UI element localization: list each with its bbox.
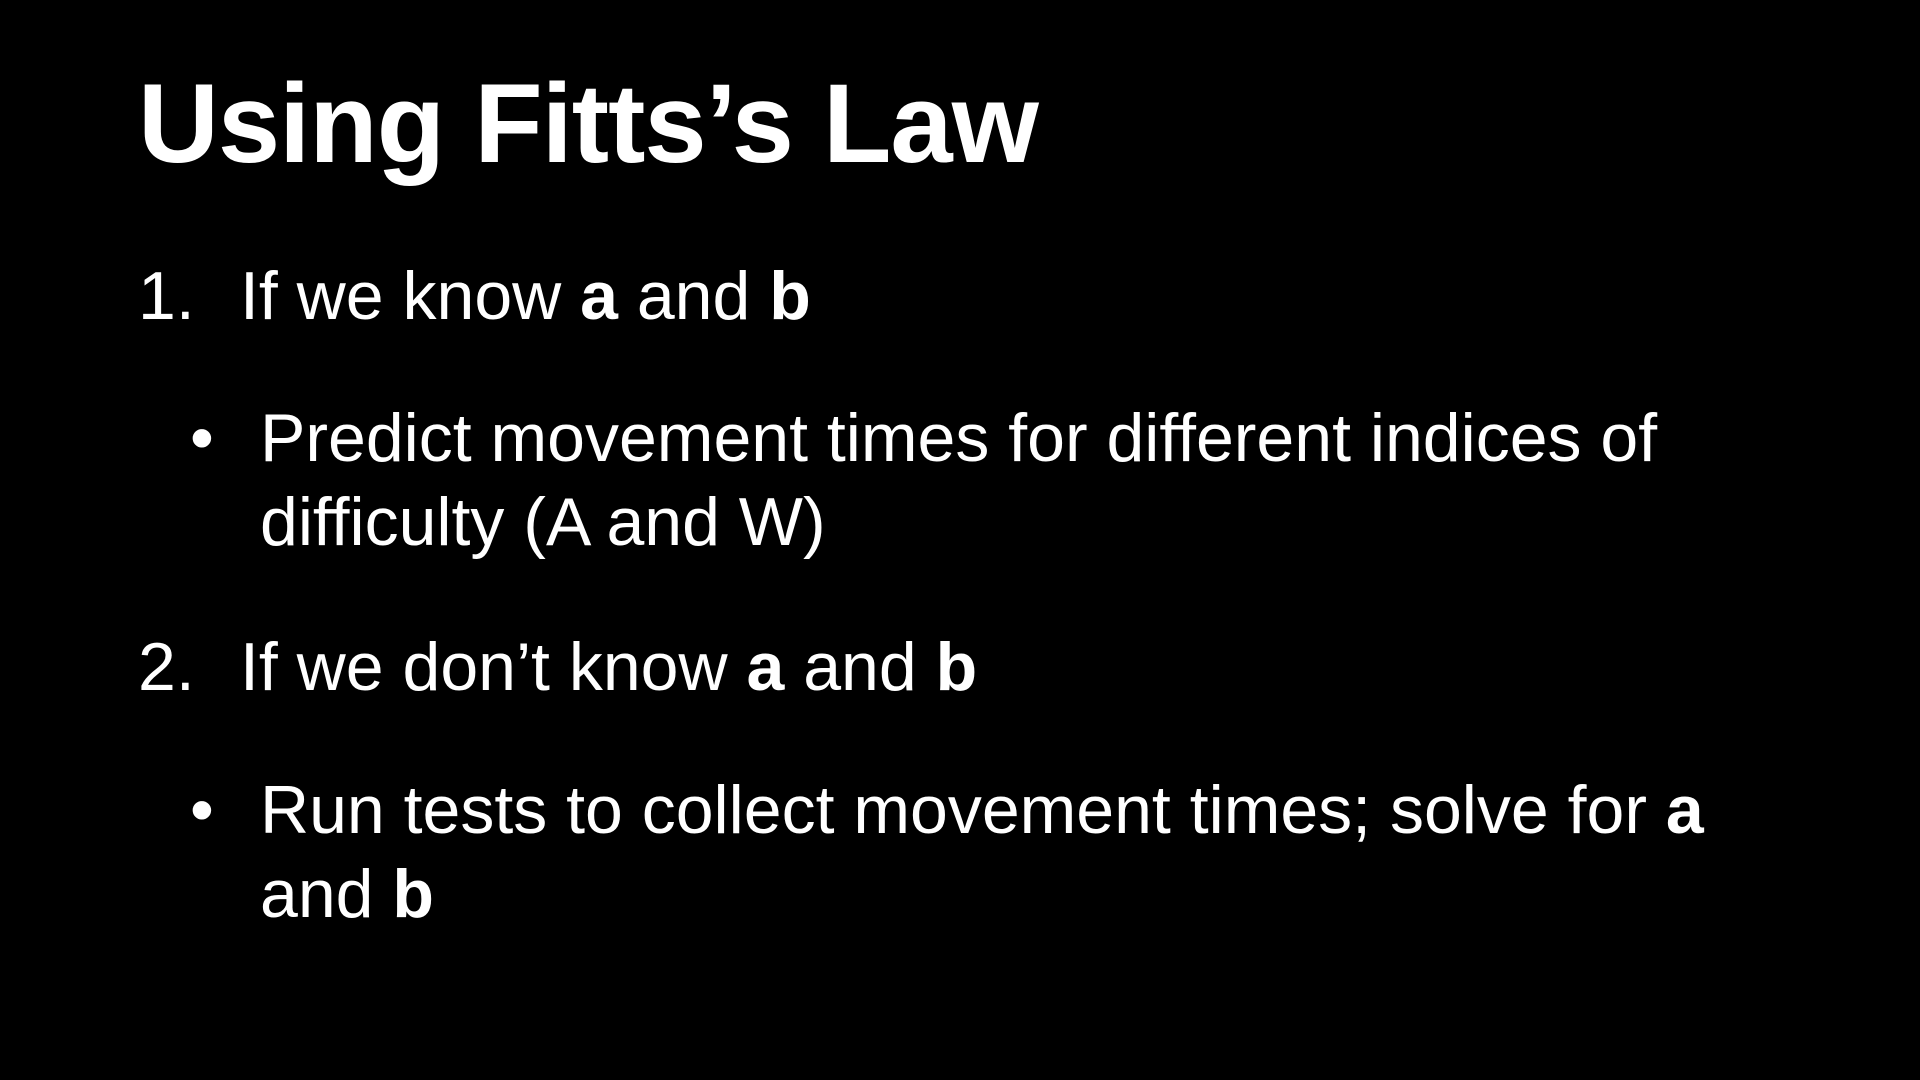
sub-bullet-2-text: Run tests to collect movement times; sol… xyxy=(260,768,1800,936)
item-2-bold-b: b xyxy=(935,629,978,705)
slide-title: Using Fitts’s Law xyxy=(138,61,1039,186)
item-2-text-mid: and xyxy=(784,629,936,705)
sub-bullet-2-text-start: Run tests to collect movement times; sol… xyxy=(260,772,1666,848)
list-item-1: 1. If we know a and b xyxy=(138,254,811,338)
list-number-2: 2. xyxy=(138,629,195,705)
list-item-2: 2. If we don’t know a and b xyxy=(138,625,977,709)
item-1-text-mid: and xyxy=(617,258,770,334)
sub-bullet-2-text-mid: and xyxy=(260,856,393,932)
item-1-text: If we know xyxy=(240,258,581,334)
bullet-dot-2: • xyxy=(190,772,214,848)
slide: Using Fitts’s Law 1. If we know a and b •… xyxy=(0,0,1920,1080)
list-number-1: 1. xyxy=(138,258,195,334)
item-1-bold-a: a xyxy=(580,258,618,334)
bullet-dot-1: • xyxy=(190,400,214,476)
item-1-bold-b: b xyxy=(769,258,811,334)
item-2-bold-a: a xyxy=(746,629,785,705)
sub-bullet-1-text: Predict movement times for different ind… xyxy=(260,400,1658,560)
sub-bullet-2-bold-b: b xyxy=(392,856,434,932)
sub-bullet-2-bold-a: a xyxy=(1665,772,1704,848)
item-2-text: If we don’t know xyxy=(240,629,747,705)
